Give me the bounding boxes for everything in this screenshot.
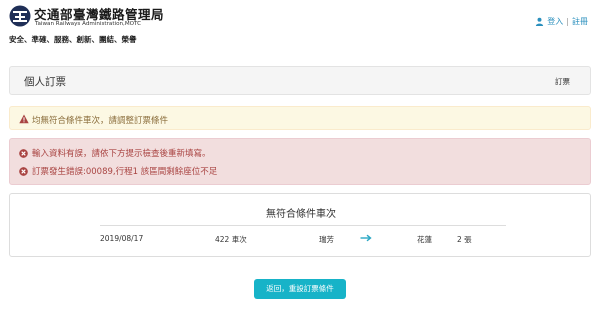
- site-slogan: 安全、準確、服務、創新、團結、榮譽: [9, 35, 137, 44]
- x-circle-icon: [19, 148, 28, 158]
- login-link[interactable]: 登入: [547, 16, 563, 27]
- user-links: 登入 | 註冊: [535, 16, 588, 27]
- error-message: 輸入資料有誤，請依下方提示檢查後重新填寫。: [32, 149, 211, 159]
- arrow-right-icon: [360, 234, 372, 242]
- error-item: 訂票發生錯誤:00089,行程1 該區間剩餘座位不足: [19, 165, 217, 177]
- link-separator: |: [566, 17, 569, 26]
- warning-message: 均無符合條件車次，請調整訂票條件: [32, 116, 169, 126]
- user-icon: [536, 17, 544, 26]
- breadcrumb[interactable]: 訂票: [555, 76, 570, 87]
- result-panel: 無符合條件車次 2019/08/17 422 車次 瑞芳 花蓮 2 張: [9, 193, 591, 257]
- ticket-count: 2 張: [457, 235, 472, 244]
- trip-date: 2019/08/17: [100, 234, 144, 243]
- page-title-bar: 個人訂票 訂票: [9, 66, 591, 95]
- result-heading: 無符合條件車次: [266, 209, 336, 220]
- error-message: 訂票發生錯誤:00089,行程1 該區間剩餘座位不足: [32, 167, 218, 177]
- error-item: 輸入資料有誤，請依下方提示檢查後重新填寫。: [19, 147, 211, 159]
- error-alert: 輸入資料有誤，請依下方提示檢查後重新填寫。 訂票發生錯誤:00089,行程1 該…: [9, 138, 591, 185]
- x-circle-icon: [19, 166, 28, 176]
- arrival-station: 花蓮: [417, 235, 432, 244]
- tra-logo-icon[interactable]: [9, 5, 31, 27]
- site-subtitle: Taiwan Railways Administration,MOTC: [35, 21, 142, 27]
- back-reset-button[interactable]: 返回，重設訂票條件: [254, 279, 346, 299]
- warning-triangle-icon: [19, 114, 29, 124]
- departure-station: 瑞芳: [319, 235, 334, 244]
- register-link[interactable]: 註冊: [572, 16, 588, 27]
- page-title: 個人訂票: [24, 76, 66, 88]
- site-header: 交通部臺灣鐵路管理局 Taiwan Railways Administratio…: [0, 0, 600, 52]
- train-number: 422 車次: [215, 235, 247, 244]
- warning-alert: 均無符合條件車次，請調整訂票條件: [9, 106, 591, 130]
- divider: [100, 225, 506, 226]
